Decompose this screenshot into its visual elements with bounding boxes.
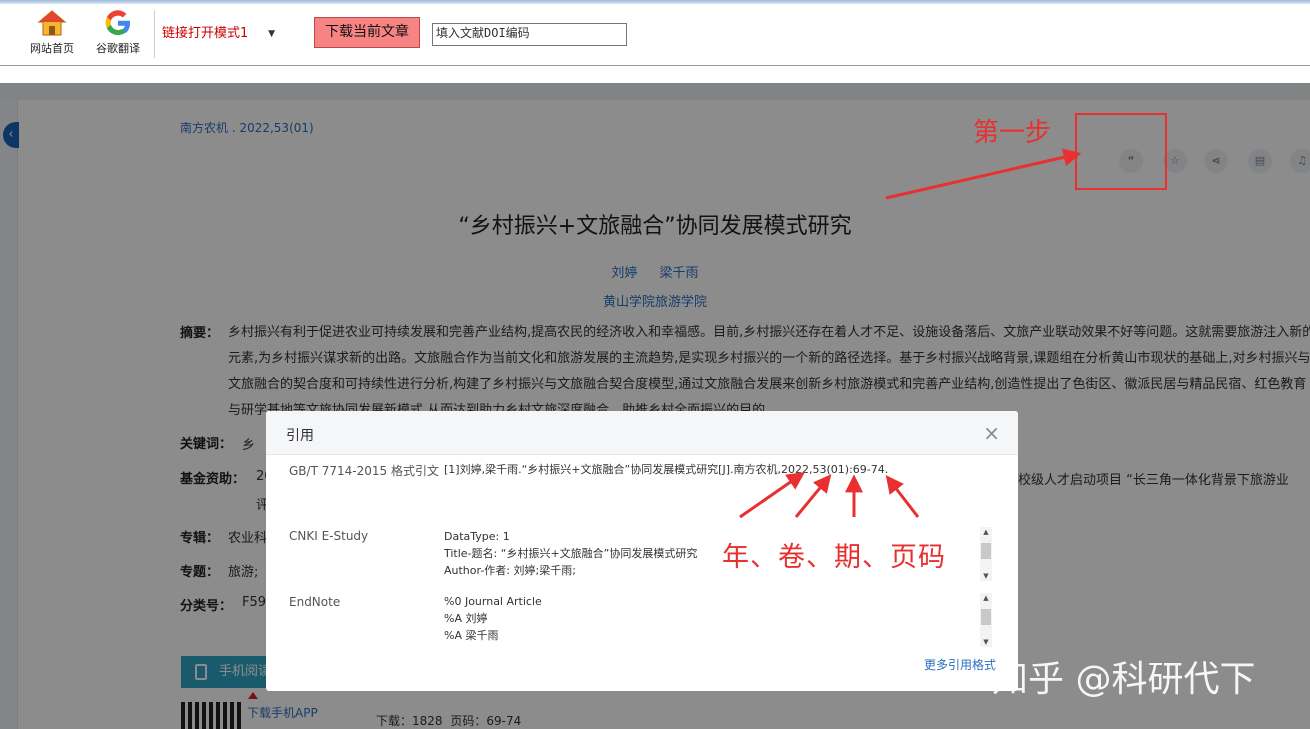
endnote-citation-text[interactable]: %0 Journal Article %A 刘婷 %A 梁千雨 [444, 593, 542, 644]
scroll-thumb[interactable] [981, 543, 991, 559]
endnote-format-label: EndNote [289, 595, 341, 609]
link-mode-select[interactable]: 链接打开模式1 ▼ [157, 22, 277, 46]
close-icon[interactable]: × [983, 421, 1000, 445]
doi-placeholder: 填入文献DOI编码 [436, 26, 530, 40]
step-one-annotation: 第一步 [973, 118, 1052, 148]
endnote-line: %A 梁千雨 [444, 629, 499, 642]
cnki-line: DataType: 1 [444, 530, 510, 543]
watermark: 知乎 @科研代下 [992, 659, 1256, 700]
toolbar-divider [154, 10, 155, 58]
scroll-up-icon[interactable]: ▲ [980, 527, 992, 537]
doi-input[interactable]: 填入文献DOI编码 [432, 23, 627, 46]
cnki-line: Author-作者: 刘婷;梁千雨; [444, 564, 576, 577]
endnote-line: %0 Journal Article [444, 595, 542, 608]
home-icon [37, 10, 67, 36]
highlight-box [1075, 113, 1167, 190]
cnki-line: Title-题名: “乡村振兴+文旅融合”协同发展模式研究 [444, 547, 698, 560]
scroll-thumb[interactable] [981, 609, 991, 625]
more-formats-link[interactable]: 更多引用格式 [924, 656, 996, 673]
cnki-format-label: CNKI E-Study [289, 529, 369, 543]
year-volume-issue-page-annotation: 年、卷、期、页码 [722, 542, 946, 573]
cnki-citation-text[interactable]: DataType: 1 Title-题名: “乡村振兴+文旅融合”协同发展模式研… [444, 528, 697, 579]
home-label: 网站首页 [30, 42, 74, 55]
download-article-button[interactable]: 下载当前文章 [314, 17, 420, 48]
dialog-title: 引用 [286, 428, 314, 444]
endnote-line: %A 刘婷 [444, 612, 488, 625]
gbt-citation-text[interactable]: [1]刘婷,梁千雨.“乡村振兴+文旅融合”协同发展模式研究[J].南方农机,20… [444, 461, 888, 477]
dropdown-arrow-icon: ▼ [268, 29, 275, 39]
cnki-scrollbar[interactable]: ▲ ▼ [980, 527, 992, 581]
home-button[interactable]: 网站首页 [24, 8, 80, 58]
dialog-header: 引用 × [266, 411, 1018, 455]
translate-label: 谷歌翻译 [96, 42, 140, 55]
google-icon [105, 10, 131, 36]
link-mode-value: 链接打开模式1 [162, 26, 249, 41]
scroll-down-icon[interactable]: ▼ [980, 637, 992, 647]
endnote-scrollbar[interactable]: ▲ ▼ [980, 593, 992, 647]
scroll-down-icon[interactable]: ▼ [980, 571, 992, 581]
gbt-format-label: GB/T 7714-2015 格式引文 [289, 464, 439, 478]
browser-toolbar: 网站首页 谷歌翻译 链接打开模式1 ▼ 下载当前文章 填入文献DOI编码 [0, 0, 1310, 66]
translate-button[interactable]: 谷歌翻译 [90, 8, 146, 58]
scroll-up-icon[interactable]: ▲ [980, 593, 992, 603]
